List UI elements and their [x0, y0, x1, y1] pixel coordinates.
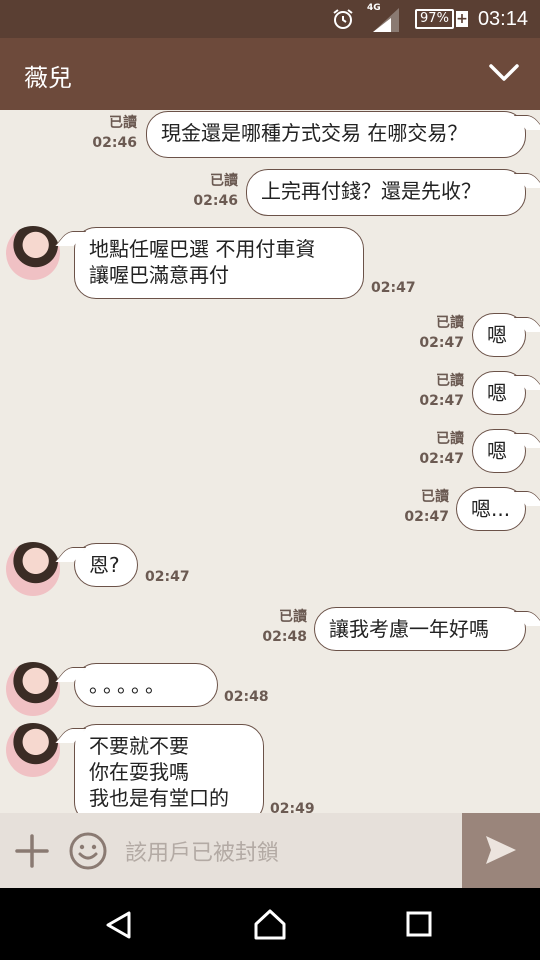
- recents-icon[interactable]: [405, 910, 433, 938]
- input-bar: 該用戶已被封鎖: [0, 813, 540, 888]
- message-time: 02:47: [419, 393, 464, 409]
- message-time: 02:49: [270, 801, 315, 813]
- battery-icon: 97% +: [415, 9, 468, 29]
- navigation-bar: [0, 888, 540, 960]
- message-meta: 已讀 02:46: [193, 171, 238, 211]
- network-type: 4G: [367, 3, 381, 13]
- message-meta: 已讀 02:48: [262, 607, 307, 647]
- message-time: 02:46: [92, 135, 137, 151]
- message-time: 02:47: [419, 335, 464, 351]
- message-bubble[interactable]: 嗯: [472, 429, 526, 473]
- message-meta: 已讀 02:47: [419, 313, 464, 353]
- read-receipt: 已讀: [436, 315, 464, 331]
- message-bubble[interactable]: 不要就不要 你在耍我嗎 我也是有堂口的: [74, 724, 264, 813]
- message-meta: 已讀 02:47: [419, 371, 464, 411]
- message-bubble[interactable]: 恩?: [74, 543, 138, 587]
- avatar[interactable]: [6, 723, 60, 777]
- message-bubble[interactable]: 地點任喔巴選 不用付車資 讓喔巴滿意再付: [74, 227, 364, 299]
- message-time: 02:47: [145, 569, 190, 585]
- message-list[interactable]: 已讀 02:46 現金還是哪種方式交易 在哪交易？ 已讀 02:46 上完再付錢…: [0, 110, 540, 813]
- message-bubble[interactable]: 現金還是哪種方式交易 在哪交易？: [146, 111, 526, 158]
- read-receipt: 已讀: [210, 173, 238, 189]
- contact-name: 薇兒: [24, 64, 72, 92]
- battery-level: 97%: [415, 9, 454, 29]
- read-receipt: 已讀: [436, 373, 464, 389]
- home-icon[interactable]: [253, 908, 287, 940]
- message-input[interactable]: 該用戶已被封鎖: [125, 835, 279, 867]
- read-receipt: 已讀: [279, 609, 307, 625]
- message-time: 02:47: [419, 451, 464, 467]
- avatar[interactable]: [6, 662, 60, 716]
- message-meta: 已讀 02:47: [419, 429, 464, 469]
- message-time: 02:47: [371, 280, 416, 296]
- message-meta: 已讀 02:47: [404, 487, 449, 527]
- send-icon: [486, 836, 516, 864]
- message-bubble[interactable]: 嗯: [472, 371, 526, 415]
- signal-icon: 4G: [365, 3, 405, 34]
- emoji-icon[interactable]: [68, 831, 108, 871]
- status-bar: 4G 97% + 03:14: [0, 0, 540, 38]
- message-bubble[interactable]: 。。。。。: [74, 663, 218, 707]
- message-bubble[interactable]: 讓我考慮一年好嗎: [314, 607, 526, 651]
- read-receipt: 已讀: [421, 489, 449, 505]
- send-button[interactable]: [462, 813, 540, 888]
- plus-icon[interactable]: [14, 833, 50, 869]
- read-receipt: 已讀: [436, 431, 464, 447]
- read-receipt: 已讀: [109, 115, 137, 131]
- message-time: 02:48: [262, 629, 307, 645]
- alarm-icon: [333, 9, 353, 29]
- message-time: 02:48: [224, 689, 269, 705]
- message-bubble[interactable]: 嗯: [472, 313, 526, 357]
- message-time: 02:46: [193, 193, 238, 209]
- clock: 03:14: [477, 7, 528, 30]
- chevron-down-icon[interactable]: [488, 60, 520, 86]
- message-meta: 已讀 02:46: [92, 113, 137, 153]
- chat-header: 薇兒: [0, 38, 540, 110]
- message-bubble[interactable]: 嗯...: [456, 487, 526, 531]
- message-time: 02:47: [404, 509, 449, 525]
- avatar[interactable]: [6, 542, 60, 596]
- avatar[interactable]: [6, 226, 60, 280]
- back-icon[interactable]: [104, 910, 134, 940]
- message-bubble[interactable]: 上完再付錢？還是先收？: [246, 169, 526, 216]
